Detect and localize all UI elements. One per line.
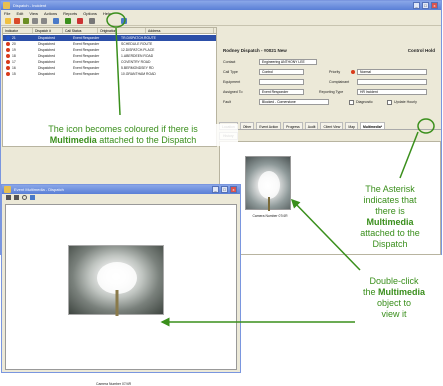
dblclick-note-line3: object to [376, 298, 412, 308]
asterisk-note-line3: there is [375, 206, 405, 216]
dblclick-note-pre: the [362, 287, 378, 297]
asterisk-note-arrow [399, 131, 419, 179]
icon-note-line2: Multimedia attached to the Dispatch [8, 135, 238, 146]
asterisk-note-line1: The Asterisk [365, 184, 415, 194]
asterisk-note-line2: indicates that [363, 195, 417, 205]
tab-highlight-circle [417, 118, 435, 134]
icon-coloured-note: The icon becomes coloured if there is Mu… [8, 124, 238, 146]
asterisk-note-bold: Multimedia [366, 217, 414, 227]
icon-note-line1: The icon becomes coloured if there is [48, 124, 198, 134]
dblclick-note-line2: the Multimedia [348, 287, 440, 298]
dblclick-note-line4: view it [381, 309, 407, 319]
icon-note-arrow [115, 27, 121, 116]
dblclick-note-line1: Double-click [369, 276, 419, 286]
toolbar-highlight-circle [106, 12, 126, 28]
asterisk-note: The Asterisk indicates that there is Mul… [340, 184, 440, 250]
icon-note-bold: Multimedia [49, 135, 97, 145]
asterisk-note-line5: attached to the [360, 228, 420, 238]
asterisk-note-line4: Multimedia [340, 217, 440, 228]
asterisk-note-line6: Dispatch [372, 239, 408, 249]
dblclick-note: Double-click the Multimedia object to vi… [348, 276, 440, 320]
icon-note-post: attached to the Dispatch [96, 135, 197, 145]
dblclick-note-bold: Multimedia [378, 287, 426, 297]
viewer-caption: Camera Number 07/4R [96, 382, 132, 386]
